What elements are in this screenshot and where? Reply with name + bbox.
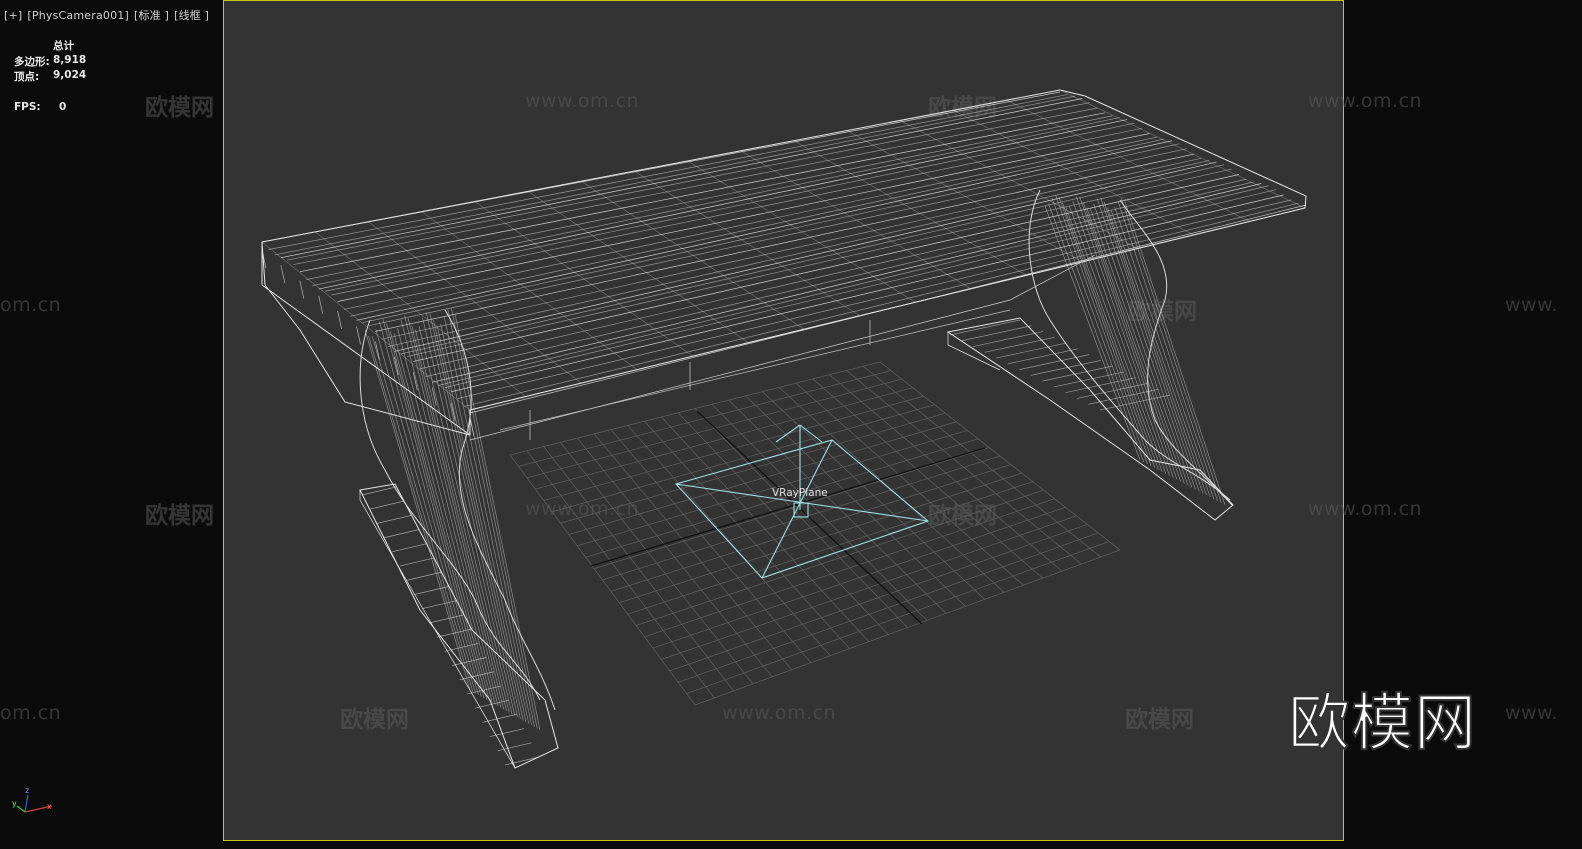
viewport-shading-menu[interactable]: [标准 ] [134,9,169,22]
vray-plane-gizmo[interactable] [674,424,930,579]
stats-polys-value: 8,918 [53,54,87,66]
table-wireframe[interactable] [261,89,1307,769]
stats-fps-label: FPS: [14,101,41,113]
home-grid [509,361,1121,706]
vray-plane-label[interactable]: VRayPlane [772,487,828,499]
axis-x-label: x [47,802,52,811]
3d-viewport[interactable]: 欧模网 www.om.cn 欧模网 www.om.cn om.cn 欧模网 ww… [0,0,1582,849]
viewport-label[interactable]: [+] [PhysCamera001] [标准 ] [线框 ] [4,7,214,23]
stats-verts-label: 顶点: [14,71,40,83]
axis-y-label: y [12,799,17,808]
viewport-menu-plus[interactable]: [+] [4,9,22,22]
viewport-display-menu[interactable]: [线框 ] [174,9,209,22]
brand-logo: 欧模网 [1287,685,1478,760]
axis-z-label: z [25,786,30,795]
stats-verts-value: 9,024 [53,69,87,81]
stats-header: 总计 [53,40,74,52]
stats-fps-value: 0 [59,101,67,113]
viewport-camera-menu[interactable]: [PhysCamera001] [27,9,129,22]
stats-polys-label: 多边形: [14,56,50,68]
